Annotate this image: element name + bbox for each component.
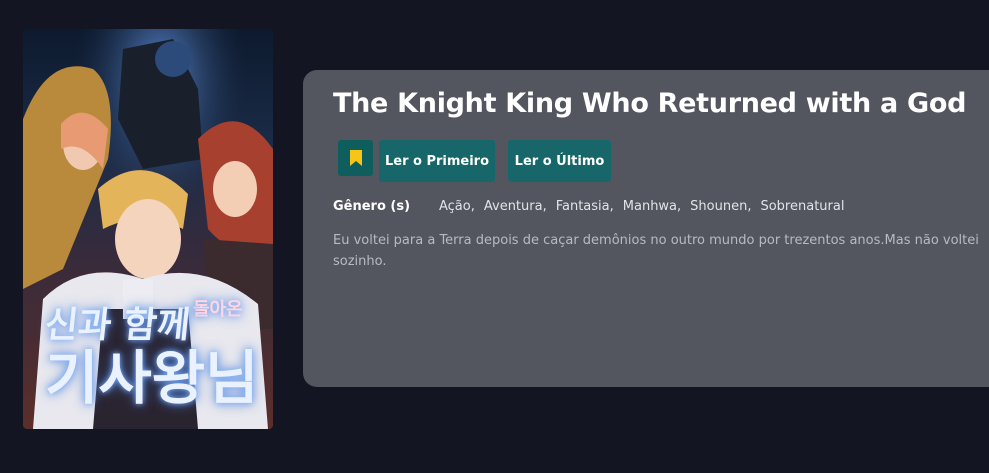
genre-link[interactable]: Fantasia, bbox=[556, 199, 614, 214]
series-title: The Knight King Who Returned with a God bbox=[333, 88, 967, 119]
read-last-button[interactable]: Ler o Último bbox=[508, 140, 611, 182]
genre-link[interactable]: Ação, bbox=[439, 199, 475, 214]
cover-image: 돌아온 신과 함께 기사왕님 bbox=[23, 29, 273, 429]
genre-link[interactable]: Sobrenatural bbox=[760, 199, 844, 214]
bookmark-icon bbox=[349, 150, 362, 166]
synopsis: Eu voltei para a Terra depois de caçar d… bbox=[333, 233, 979, 269]
genre-link[interactable]: Shounen, bbox=[690, 199, 751, 214]
cover-title-line2: 기사왕님 bbox=[45, 344, 259, 412]
genre-link[interactable]: Manhwa, bbox=[623, 199, 681, 214]
read-first-button[interactable]: Ler o Primeiro bbox=[379, 140, 495, 182]
genre-label: Gênero (s) bbox=[333, 199, 411, 214]
bookmark-button[interactable] bbox=[338, 140, 373, 176]
cover-title-line1: 신과 함께 bbox=[42, 304, 193, 346]
genre-list: Ação, Aventura, Fantasia, Manhwa, Shoune… bbox=[439, 199, 844, 214]
cover-title-art: 돌아온 신과 함께 기사왕님 bbox=[42, 301, 265, 412]
series-info-panel: The Knight King Who Returned with a God … bbox=[303, 70, 989, 387]
genre-link[interactable]: Aventura, bbox=[484, 199, 547, 214]
